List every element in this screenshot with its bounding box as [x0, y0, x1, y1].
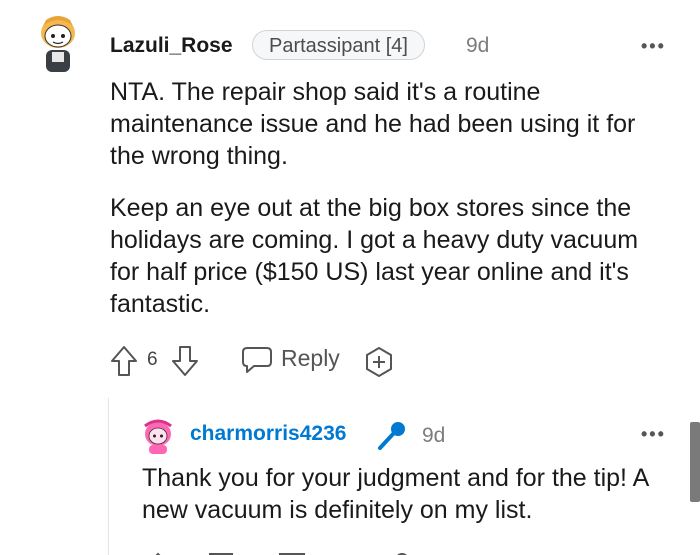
reply-actions-cutoff-icon — [155, 552, 407, 555]
reply-username[interactable]: charmorris4236 — [190, 422, 346, 446]
microphone-icon — [378, 422, 405, 450]
thread-line[interactable] — [108, 398, 109, 555]
comment-username[interactable]: Lazuli_Rose — [110, 34, 233, 58]
comment-paragraph-2: Keep an eye out at the big box stores si… — [110, 194, 639, 318]
reply-text: Thank you for your judgment and for the … — [142, 464, 648, 524]
comment-timestamp[interactable]: 9d — [466, 34, 489, 58]
award-button[interactable] — [362, 345, 396, 379]
upvote-button[interactable] — [109, 344, 139, 378]
downvote-button[interactable] — [170, 344, 200, 378]
user-avatar[interactable] — [38, 12, 78, 76]
speech-bubble-icon — [242, 347, 272, 373]
arrow-up-outline-icon — [111, 346, 137, 376]
vote-count: 6 — [147, 349, 158, 370]
op-badge — [374, 418, 410, 459]
snoo-avatar-icon — [144, 419, 172, 454]
comment-paragraph-1: NTA. The repair shop said it's a routine… — [110, 78, 636, 170]
reply-action-bar — [140, 548, 460, 555]
comment-more-options[interactable]: ••• — [641, 36, 666, 57]
user-flair: Partassipant [4] — [252, 30, 425, 60]
arrow-down-outline-icon — [172, 346, 198, 376]
plus-circle-icon — [366, 347, 392, 377]
reply-more-options[interactable]: ••• — [641, 424, 666, 445]
scrollbar-thumb[interactable] — [690, 422, 700, 502]
snoo-avatar-icon — [41, 16, 75, 72]
reply-avatar[interactable] — [142, 418, 174, 459]
reply-timestamp[interactable]: 9d — [422, 424, 445, 448]
reply-label[interactable]: Reply — [281, 345, 340, 372]
reply-button[interactable] — [240, 344, 274, 376]
